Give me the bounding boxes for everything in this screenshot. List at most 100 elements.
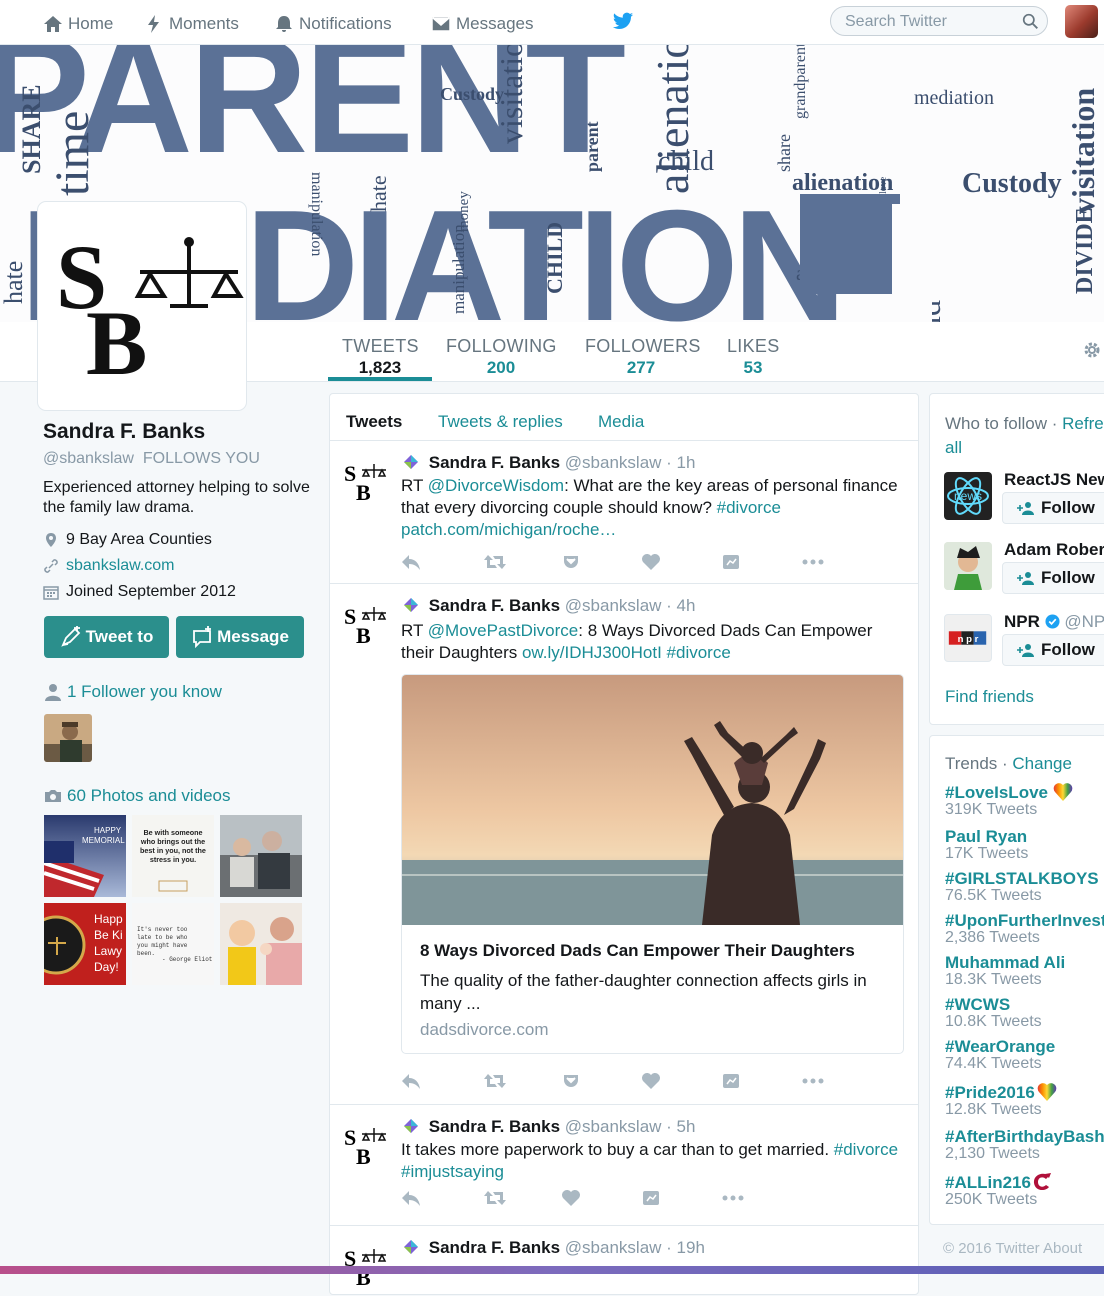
search-input[interactable] bbox=[843, 11, 1017, 33]
trend-name[interactable]: #GIRLSTALKBOYS bbox=[945, 870, 1099, 888]
trend-name[interactable]: #WCWS bbox=[945, 996, 1042, 1014]
analytics-icon[interactable] bbox=[721, 1072, 741, 1090]
retweet-icon[interactable] bbox=[483, 1189, 507, 1207]
heart-icon[interactable] bbox=[561, 1189, 581, 1207]
heart-icon[interactable] bbox=[641, 1072, 661, 1090]
nav-notifications[interactable]: Notifications bbox=[274, 12, 392, 36]
trend-name[interactable]: #ALLin216 bbox=[945, 1173, 1031, 1192]
tweet-author-name[interactable]: Sandra F. Banks bbox=[429, 1238, 560, 1257]
trend-name[interactable]: #LoveIsLove bbox=[945, 783, 1048, 802]
analytics-icon[interactable] bbox=[721, 553, 741, 571]
more-options-icon[interactable] bbox=[801, 1072, 825, 1090]
search-icon[interactable] bbox=[1022, 13, 1039, 30]
website-link[interactable]: sbankslaw.com bbox=[66, 557, 175, 575]
user-avatar[interactable] bbox=[944, 542, 992, 590]
user-avatar[interactable]: n p r bbox=[944, 614, 992, 662]
reply-icon[interactable] bbox=[401, 1072, 421, 1090]
change-trends-link[interactable]: Change bbox=[1012, 754, 1072, 773]
photo-thumbnail[interactable]: Happ Be Ki Lawy Day! bbox=[44, 903, 126, 985]
suggested-user-name[interactable]: Adam Roberts bbox=[1004, 540, 1104, 560]
reply-icon[interactable] bbox=[401, 1189, 421, 1207]
photo-thumbnail[interactable]: HAPPY MEMORIAL bbox=[44, 815, 126, 897]
tweet-item[interactable]: SB Sandra F. Banks @sbankslaw · 1h RT @D… bbox=[330, 441, 918, 584]
profile-avatar[interactable]: S B bbox=[38, 202, 246, 410]
url-link[interactable]: patch.com/michigan/roche… bbox=[401, 520, 616, 539]
photo-thumbnail[interactable]: It's never too late to be who you might … bbox=[132, 903, 214, 985]
pocket-icon[interactable] bbox=[561, 1072, 581, 1090]
analytics-icon[interactable] bbox=[641, 1189, 661, 1207]
tab-media[interactable]: Media bbox=[598, 412, 644, 432]
url-link[interactable]: ow.ly/IDHJ300HotI bbox=[522, 643, 662, 662]
tweet-handle-time[interactable]: @sbankslaw · 4h bbox=[565, 596, 696, 615]
trend-item[interactable]: #AfterBirthdayBash 2,130 Tweets bbox=[945, 1128, 1104, 1162]
known-follower-avatar[interactable] bbox=[44, 714, 92, 762]
pocket-icon[interactable] bbox=[561, 553, 581, 571]
tweet-author-name[interactable]: Sandra F. Banks bbox=[429, 596, 560, 615]
gear-icon[interactable] bbox=[1082, 340, 1102, 360]
tweet-author-avatar[interactable]: SB bbox=[344, 461, 392, 501]
stat-likes[interactable]: LIKES 53 bbox=[727, 336, 779, 378]
trend-name[interactable]: #WearOrange bbox=[945, 1038, 1055, 1056]
more-options-icon[interactable] bbox=[721, 1189, 745, 1207]
link-preview-card[interactable]: 8 Ways Divorced Dads Can Empower Their D… bbox=[401, 674, 904, 1054]
tweet-item[interactable]: SB Sandra F. Banks @sbankslaw · 19h bbox=[330, 1226, 918, 1296]
user-avatar[interactable]: news bbox=[944, 472, 992, 520]
tab-tweets[interactable]: Tweets bbox=[346, 412, 402, 432]
photos-videos-link[interactable]: 60 Photos and videos bbox=[44, 786, 231, 806]
mention-link[interactable]: @MovePastDivorce bbox=[428, 621, 578, 640]
tweet-author-name[interactable]: Sandra F. Banks bbox=[429, 453, 560, 472]
trend-item[interactable]: #ALLin216 250K Tweets bbox=[945, 1172, 1053, 1208]
nav-home[interactable]: Home bbox=[43, 12, 113, 36]
hashtag-link[interactable]: #imjustsaying bbox=[401, 1162, 504, 1181]
tweet-handle-time[interactable]: @sbankslaw · 19h bbox=[565, 1238, 705, 1257]
account-avatar[interactable] bbox=[1065, 5, 1098, 38]
hashtag-link[interactable]: #divorce bbox=[834, 1140, 898, 1159]
more-options-icon[interactable] bbox=[801, 553, 825, 571]
profile-website[interactable]: sbankslaw.com bbox=[43, 557, 313, 575]
trend-item[interactable]: #Pride2016 12.8K Tweets bbox=[945, 1082, 1057, 1118]
tweet-handle-time[interactable]: @sbankslaw · 5h bbox=[565, 1117, 696, 1136]
stat-tweets[interactable]: TWEETS 1,823 bbox=[342, 336, 419, 378]
tweet-author-avatar[interactable]: SB bbox=[344, 1125, 392, 1165]
footer-links[interactable]: © 2016 Twitter About bbox=[943, 1240, 1082, 1257]
tweet-item[interactable]: SB Sandra F. Banks @sbankslaw · 5h It ta… bbox=[330, 1105, 918, 1226]
suggested-user-name-line[interactable]: NPR @NPR bbox=[1004, 612, 1104, 632]
tweet-author-name[interactable]: Sandra F. Banks bbox=[429, 1117, 560, 1136]
trend-name[interactable]: #AfterBirthdayBash bbox=[945, 1128, 1104, 1146]
trend-item[interactable]: Paul Ryan 17K Tweets bbox=[945, 828, 1028, 862]
reply-icon[interactable] bbox=[401, 553, 421, 571]
heart-icon[interactable] bbox=[641, 553, 661, 571]
mention-link[interactable]: @DivorceWisdom bbox=[428, 476, 564, 495]
retweet-icon[interactable] bbox=[483, 553, 507, 571]
profile-handle[interactable]: @sbankslaw bbox=[43, 450, 134, 467]
tab-tweets-and-replies[interactable]: Tweets & replies bbox=[438, 412, 563, 432]
trend-item[interactable]: #LoveIsLove 319K Tweets bbox=[945, 782, 1073, 818]
find-friends-link[interactable]: Find friends bbox=[945, 687, 1034, 707]
suggested-user-name[interactable]: NPR bbox=[1004, 612, 1040, 631]
follow-button[interactable]: Follow bbox=[1002, 562, 1104, 594]
trend-item[interactable]: #UponFurtherInvestigation 2,386 Tweets bbox=[945, 912, 1104, 946]
nav-messages[interactable]: Messages bbox=[431, 12, 533, 36]
trend-item[interactable]: #GIRLSTALKBOYS 76.5K Tweets bbox=[945, 870, 1099, 904]
message-button[interactable]: Message bbox=[176, 616, 304, 658]
stat-followers[interactable]: FOLLOWERS 277 bbox=[585, 336, 700, 378]
trend-name[interactable]: Paul Ryan bbox=[945, 828, 1028, 846]
hashtag-link[interactable]: #divorce bbox=[717, 498, 781, 517]
hashtag-link[interactable]: #divorce bbox=[667, 643, 731, 662]
follow-button[interactable]: Follow bbox=[1002, 634, 1104, 666]
nav-moments[interactable]: Moments bbox=[144, 12, 239, 36]
stat-following[interactable]: FOLLOWING 200 bbox=[446, 336, 556, 378]
suggested-user-name[interactable]: ReactJS News bbox=[1004, 470, 1104, 490]
retweet-icon[interactable] bbox=[483, 1072, 507, 1090]
trend-item[interactable]: #WCWS 10.8K Tweets bbox=[945, 996, 1042, 1030]
refresh-link[interactable]: Refresh bbox=[1062, 414, 1104, 433]
twitter-bird-icon[interactable] bbox=[612, 10, 634, 32]
photo-thumbnail[interactable]: Be with someone who brings out the best … bbox=[132, 815, 214, 897]
trend-name[interactable]: Muhammad Ali bbox=[945, 954, 1065, 972]
tweet-handle-time[interactable]: @sbankslaw · 1h bbox=[565, 453, 696, 472]
trend-item[interactable]: Muhammad Ali 18.3K Tweets bbox=[945, 954, 1065, 988]
followers-you-know-link[interactable]: 1 Follower you know bbox=[44, 682, 222, 702]
tweet-item[interactable]: SB Sandra F. Banks @sbankslaw · 4h RT @M… bbox=[330, 584, 918, 1105]
trend-name[interactable]: #UponFurtherInvestigation bbox=[945, 912, 1104, 930]
search-box[interactable] bbox=[830, 6, 1048, 36]
